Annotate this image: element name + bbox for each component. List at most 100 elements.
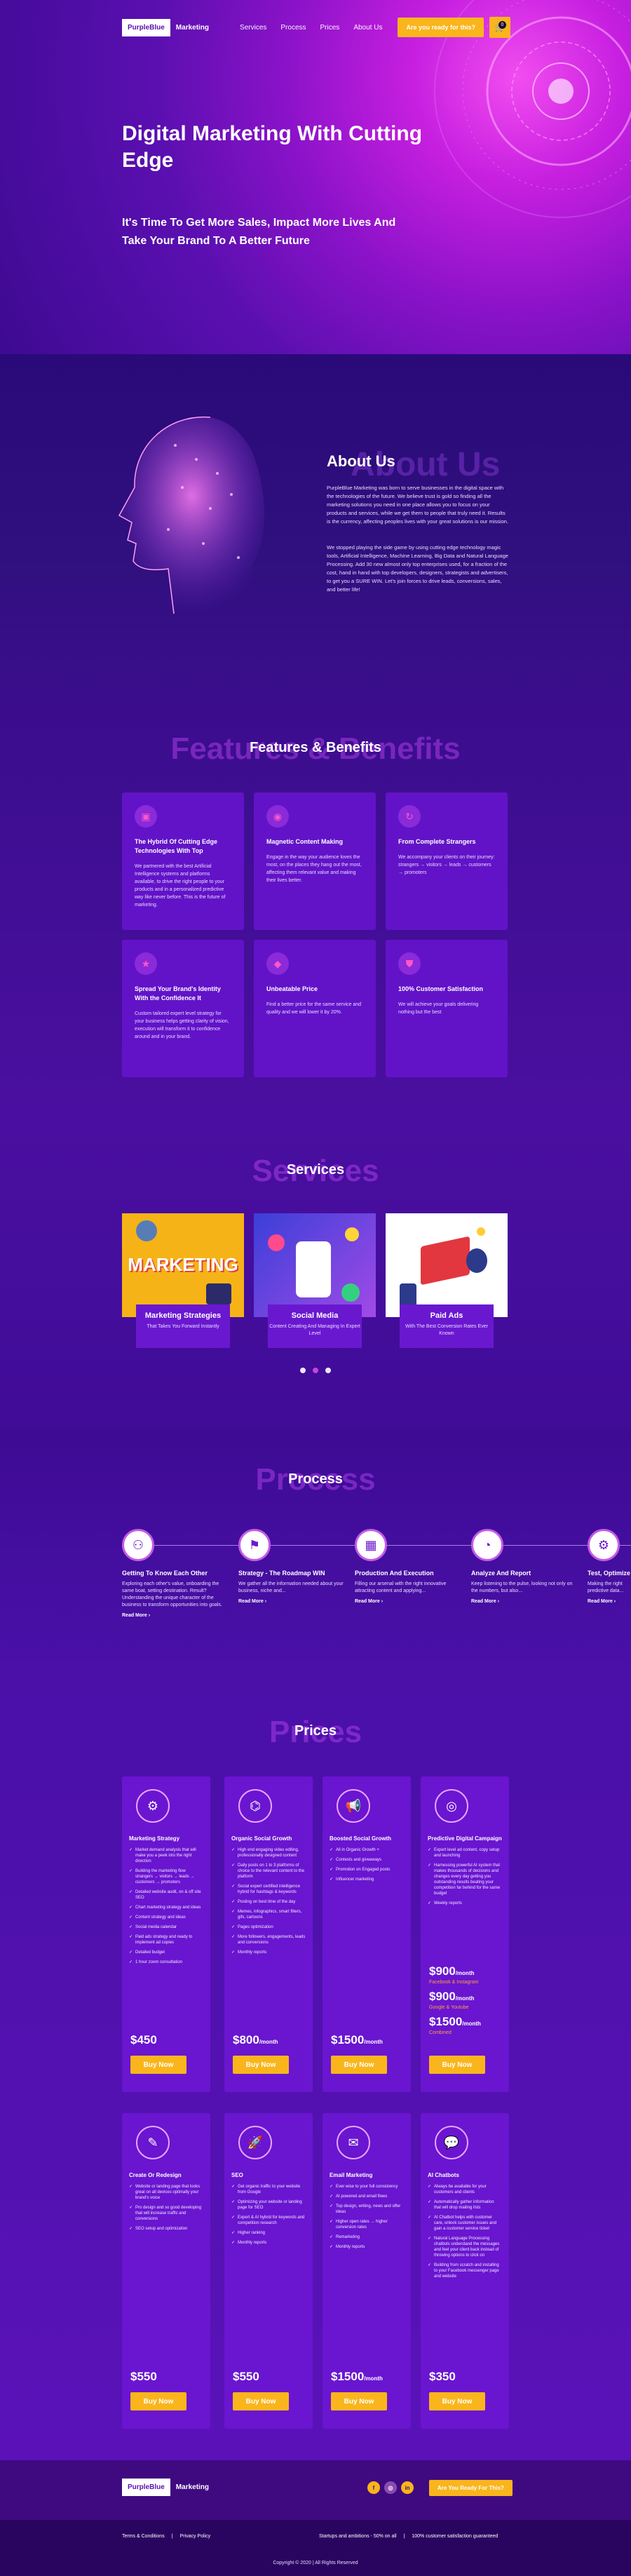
megaphone-icon: 📢 — [337, 1789, 370, 1823]
plan-feature: Always be available for your customers a… — [428, 2184, 502, 2195]
process-section: Process Process ⚇ Getting To Know Each O… — [0, 1427, 631, 1673]
buy-now-button[interactable]: Buy Now — [429, 2392, 485, 2410]
facebook-icon[interactable]: f — [367, 2481, 380, 2494]
plan-price: $550 — [233, 2370, 259, 2383]
read-more-link[interactable]: Read More › — [122, 1613, 227, 1618]
step-desc: We gather all the information needed abo… — [238, 1582, 344, 1593]
chip-icon: ▣ — [135, 805, 157, 828]
plan-feature: Optimizing your website or landing page … — [231, 2199, 306, 2211]
plan-feature: Website or landing page that looks great… — [129, 2184, 203, 2201]
step-desc: Keep listening to the pulse, looking not… — [471, 1582, 573, 1593]
nav-services[interactable]: Services — [240, 24, 266, 32]
privacy-link[interactable]: Privacy Policy — [180, 2534, 211, 2539]
plan-feature: Contests and giveaways — [330, 1857, 404, 1863]
buy-now-button[interactable]: Buy Now — [233, 2392, 289, 2410]
plan-name: AI Chatbots — [428, 2172, 459, 2178]
footer-cta-button[interactable]: Are You Ready For This? — [429, 2480, 513, 2496]
plan-features: Website or landing page that looks great… — [129, 2184, 203, 2232]
plan-price-note: Combined — [429, 2030, 452, 2035]
process-step: ⚇ Getting To Know Each Other Exploring e… — [122, 1529, 227, 1618]
process-title: Process — [288, 1471, 343, 1487]
hero-section: PurpleBlue Marketing Services Process Pr… — [0, 0, 631, 354]
service-desc: With The Best Conversion Rates Ever Know… — [405, 1324, 488, 1336]
plan-feature: Building the marketing flow strangers → … — [129, 1868, 203, 1885]
price-card: ⌬ Organic Social Growth High end engagin… — [224, 1776, 313, 2092]
about-paragraph-2: We stopped playing the side game by usin… — [327, 544, 508, 593]
buy-now-button[interactable]: Buy Now — [130, 2056, 186, 2074]
read-more-link[interactable]: Read More › — [355, 1599, 460, 1604]
plan-features: Get organic traffic to your website from… — [231, 2184, 306, 2246]
logo-text: Marketing — [175, 23, 210, 32]
plan-feature: Natural Language Processing chatbots und… — [428, 2236, 502, 2258]
plan-price: $1500/month — [331, 2033, 383, 2046]
plan-feature: Content strategy and ideas — [129, 1915, 203, 1920]
service-card[interactable]: Social Media Content Creating And Managi… — [254, 1213, 376, 1348]
plan-features: Always be available for your customers a… — [428, 2184, 502, 2279]
step-title: Getting To Know Each Other — [122, 1570, 208, 1577]
plan-feature: Social expert certified intelligence hyb… — [231, 1884, 306, 1895]
plan-name: Organic Social Growth — [231, 1835, 292, 1842]
prices-title: Prices — [294, 1723, 337, 1739]
buy-now-button[interactable]: Buy Now — [233, 2056, 289, 2074]
nav-about-us[interactable]: About Us — [353, 24, 382, 32]
plan-feature: Pro design and so good developing that w… — [129, 2205, 203, 2222]
instagram-icon[interactable]: ◎ — [384, 2481, 397, 2494]
feature-title: From Complete Strangers — [398, 838, 476, 845]
carousel-dot[interactable] — [325, 1368, 331, 1373]
plan-features: Market demand analysis that will make yo… — [129, 1847, 203, 1965]
plan-price: $1500/month — [331, 2370, 383, 2383]
plan-feature: All in Organic Growth + — [330, 1847, 404, 1853]
plan-feature: Higher ranking — [231, 2230, 306, 2236]
service-card[interactable]: Paid Ads With The Best Conversion Rates … — [386, 1213, 508, 1348]
read-more-link[interactable]: Read More › — [471, 1599, 576, 1604]
plan-feature: Expert level ad content, copy setup and … — [428, 1847, 502, 1859]
features-section: Features & Benefits Features & Benefits … — [0, 691, 631, 1115]
growth-icon: ⌬ — [238, 1789, 272, 1823]
plan-features: Expert level ad content, copy setup and … — [428, 1847, 502, 1906]
marketing-image: MARKETING — [122, 1213, 244, 1317]
footer-logo[interactable]: PurpleBlue Marketing — [122, 2479, 209, 2496]
linkedin-icon[interactable]: in — [401, 2481, 414, 2494]
cart-button[interactable]: 🛒 0 — [489, 17, 510, 38]
header-cta-button[interactable]: Are you ready for this? — [398, 18, 484, 37]
feature-card: ★ Spread Your Brand's Identity With the … — [122, 940, 244, 1077]
footer-legal-links: Terms & Conditions | Privacy Policy — [122, 2534, 210, 2539]
carousel-dot[interactable] — [300, 1368, 306, 1373]
price-card: 🚀 SEO Get organic traffic to your websit… — [224, 2113, 313, 2429]
nav-process[interactable]: Process — [280, 24, 306, 32]
feature-desc: Custom tailored expert level strategy fo… — [135, 1011, 229, 1039]
process-step: ⚑ Strategy - The Roadmap WIN We gather a… — [238, 1529, 344, 1604]
plan-price: $450 — [130, 2033, 157, 2046]
nav-prices[interactable]: Prices — [320, 24, 340, 32]
service-card[interactable]: MARKETING Marketing Strategies That Take… — [122, 1213, 244, 1348]
plan-feature: Top design, writing, news and offer idea… — [330, 2204, 404, 2215]
plan-feature: Influencer marketing — [330, 1877, 404, 1882]
buy-now-button[interactable]: Buy Now — [331, 2392, 387, 2410]
read-more-link[interactable]: Read More › — [588, 1599, 631, 1604]
plan-feature: Building from scratch and installing to … — [428, 2263, 502, 2279]
buy-now-button[interactable]: Buy Now — [130, 2392, 186, 2410]
read-more-link[interactable]: Read More › — [238, 1599, 344, 1604]
star-icon: ★ — [135, 952, 157, 975]
plan-feature: Social media calendar — [129, 1924, 203, 1930]
plan-feature: Automatically gather information that wi… — [428, 2199, 502, 2211]
rocket-icon: 🚀 — [238, 2126, 272, 2159]
logo[interactable]: PurpleBlue Marketing — [122, 18, 210, 36]
buy-now-button[interactable]: Buy Now — [429, 2056, 485, 2074]
process-step: ◔ Analyze And Report Keep listening to t… — [471, 1529, 576, 1604]
service-title: Paid Ads — [430, 1311, 463, 1320]
price-card: ✉ Email Marketing Ever wise to your full… — [323, 2113, 411, 2429]
plan-feature: Monthly reports — [330, 2244, 404, 2250]
plan-feature: AI powered and email flows — [330, 2194, 404, 2199]
plan-feature: 1 hour zoom consultation — [129, 1960, 203, 1965]
feature-card: ↻ From Complete Strangers We accompany y… — [386, 793, 508, 930]
buy-now-button[interactable]: Buy Now — [331, 2056, 387, 2074]
about-title: About Us — [327, 452, 395, 470]
plan-name: Marketing Strategy — [129, 1835, 180, 1842]
plan-price: $350 — [429, 2370, 456, 2383]
plan-feature: Monthly reports — [231, 1950, 306, 1955]
chat-icon: 💬 — [435, 2126, 468, 2159]
carousel-dot-active[interactable] — [313, 1368, 318, 1373]
terms-link[interactable]: Terms & Conditions — [122, 2534, 165, 2539]
target-icon: ◎ — [435, 1789, 468, 1823]
